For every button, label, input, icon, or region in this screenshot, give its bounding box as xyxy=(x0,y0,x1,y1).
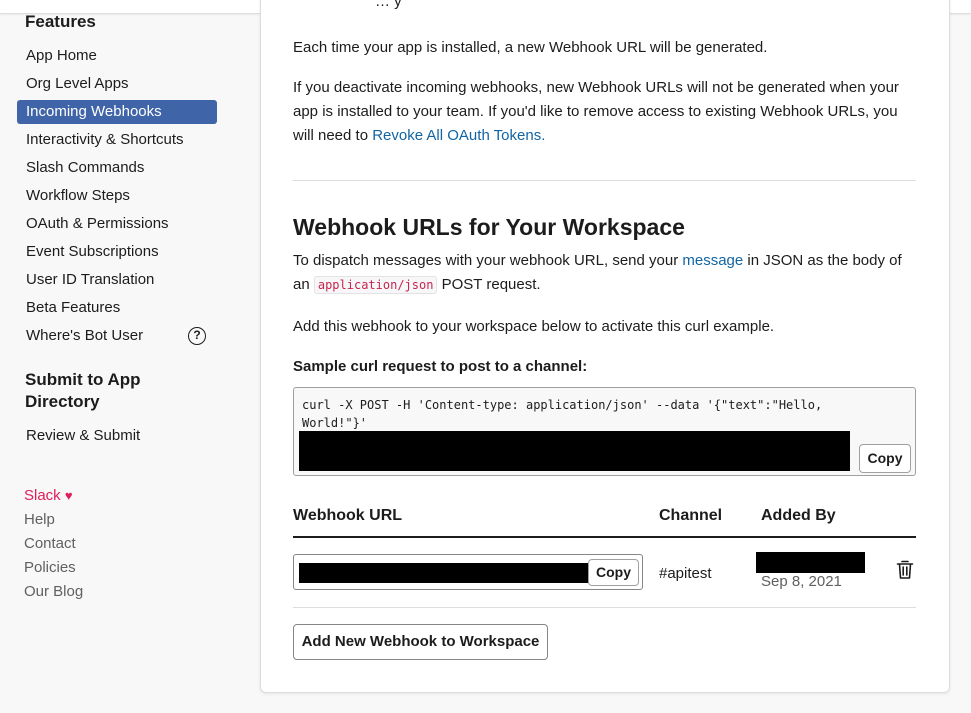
added-date-cell: Sep 8, 2021 xyxy=(761,573,842,590)
table-row-divider xyxy=(293,607,916,608)
revoke-tokens-link[interactable]: Revoke All OAuth Tokens. xyxy=(372,127,545,144)
column-header-webhook-url: Webhook URL xyxy=(293,507,403,524)
sample-curl-label: Sample curl request to post to a channel… xyxy=(293,358,588,375)
content-type-code: application/json xyxy=(313,276,438,294)
submit-heading: Submit to App Directory xyxy=(25,370,141,411)
channel-cell: #apitest xyxy=(659,565,712,582)
table-header-rule xyxy=(293,536,916,538)
curl-command: curl -X POST -H 'Content-type: applicati… xyxy=(302,398,830,430)
sidebar-item-org-level-apps[interactable]: Org Level Apps xyxy=(17,72,217,96)
sidebar-item-event-subscriptions[interactable]: Event Subscriptions xyxy=(17,240,217,264)
section-divider xyxy=(293,180,916,181)
copy-curl-button[interactable]: Copy xyxy=(859,444,911,473)
footer-policies-link[interactable]: Policies xyxy=(24,558,76,578)
curl-example-box: curl -X POST -H 'Content-type: applicati… xyxy=(293,387,916,476)
webhook-url-field[interactable]: Copy xyxy=(293,554,643,590)
sidebar-item-interactivity-shortcuts[interactable]: Interactivity & Shortcuts xyxy=(17,128,217,152)
sidebar-item-workflow-steps[interactable]: Workflow Steps xyxy=(17,184,217,208)
message-link[interactable]: message xyxy=(682,252,743,269)
footer-help-link[interactable]: Help xyxy=(24,510,55,530)
sidebar-item-review-submit[interactable]: Review & Submit xyxy=(17,424,217,448)
section-title: Webhook URLs for Your Workspace xyxy=(293,214,685,240)
column-header-channel: Channel xyxy=(659,507,723,524)
trash-icon[interactable] xyxy=(896,560,914,580)
sidebar-item-oauth-permissions[interactable]: OAuth & Permissions xyxy=(17,212,217,236)
paragraph-generated: Each time your app is installed, a new W… xyxy=(293,39,768,56)
sidebar-item-incoming-webhooks[interactable]: Incoming Webhooks xyxy=(17,100,217,124)
footer-slack-link[interactable]: Slack ♥ xyxy=(24,486,73,506)
paragraph-deactivate: If you deactivate incoming webhooks, new… xyxy=(293,79,899,144)
sidebar-item-beta-features[interactable]: Beta Features xyxy=(17,296,217,320)
redacted-url-value xyxy=(299,563,589,583)
partial-top-text: … y xyxy=(375,0,402,10)
sidebar-item-user-id-translation[interactable]: User ID Translation xyxy=(17,268,217,292)
footer-contact-link[interactable]: Contact xyxy=(24,534,76,554)
sidebar-item-wheres-bot-user[interactable]: Where's Bot User xyxy=(17,324,217,348)
features-heading: Features xyxy=(25,12,96,31)
heart-icon: ♥ xyxy=(64,488,73,503)
column-header-added-by: Added By xyxy=(761,507,836,524)
redacted-added-by xyxy=(756,552,865,573)
add-instruction: Add this webhook to your workspace below… xyxy=(293,318,775,335)
help-circle-icon[interactable]: ? xyxy=(188,327,206,345)
copy-url-button[interactable]: Copy xyxy=(588,559,639,586)
dispatch-paragraph: To dispatch messages with your webhook U… xyxy=(293,252,902,294)
sidebar-item-slash-commands[interactable]: Slash Commands xyxy=(17,156,217,180)
add-new-webhook-button[interactable]: Add New Webhook to Workspace xyxy=(293,624,548,660)
sidebar-item-app-home[interactable]: App Home xyxy=(17,44,217,68)
footer-blog-link[interactable]: Our Blog xyxy=(24,582,83,602)
redacted-webhook-url xyxy=(299,431,850,471)
